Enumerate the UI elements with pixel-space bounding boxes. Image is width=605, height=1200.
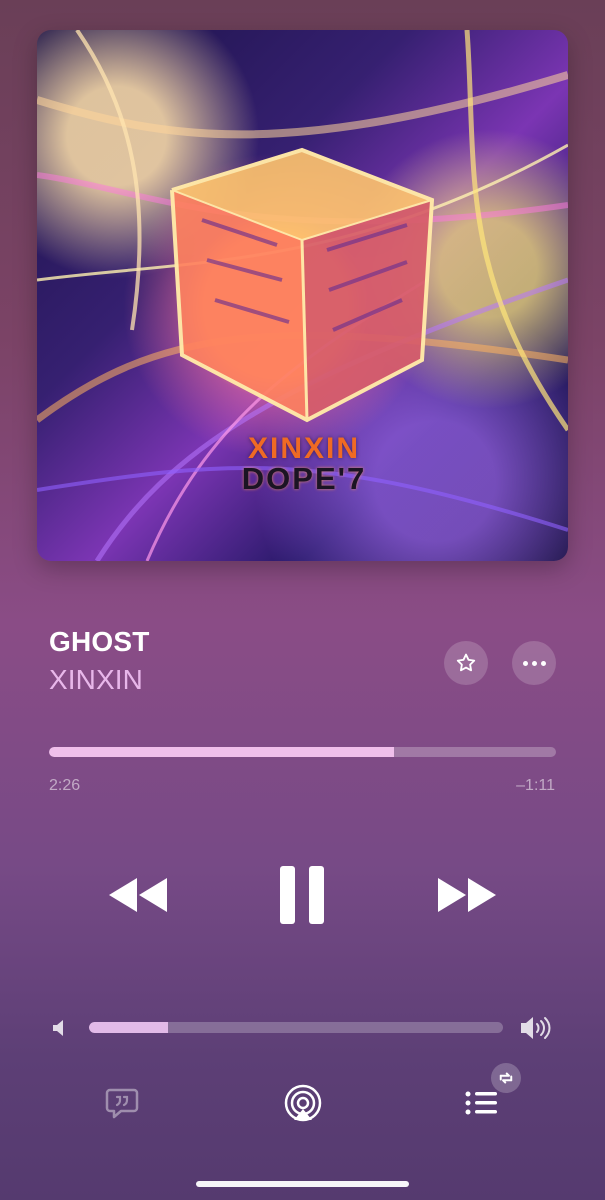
fast-forward-icon (438, 878, 496, 912)
repeat-icon (499, 1072, 513, 1084)
volume-fill (89, 1022, 168, 1033)
album-logo-bottom: DOPE'7 (241, 460, 367, 496)
track-artist[interactable]: XINXIN (49, 664, 143, 696)
album-artwork: XINXIN DOPE'7 (37, 30, 568, 561)
more-icon (522, 660, 546, 666)
star-icon (456, 653, 476, 672)
queue-icon (465, 1091, 497, 1115)
volume-max-icon (519, 1013, 553, 1043)
elapsed-time: 2:26 (49, 777, 81, 794)
rewind-icon (109, 878, 167, 912)
album-logo: XINXIN DOPE'7 (209, 432, 399, 496)
volume-slider[interactable] (89, 1022, 503, 1033)
pause-icon (280, 866, 324, 924)
repeat-badge[interactable] (491, 1063, 521, 1093)
home-indicator (196, 1181, 409, 1187)
more-button[interactable] (512, 641, 556, 685)
lyrics-icon (105, 1088, 139, 1119)
airplay-button[interactable] (282, 1082, 324, 1124)
lyrics-button[interactable] (101, 1082, 143, 1124)
rewind-button[interactable] (107, 863, 171, 927)
volume-min-icon (52, 1018, 70, 1038)
album-logo-top: XINXIN (247, 432, 361, 465)
favorite-button[interactable] (444, 641, 488, 685)
progress-scrubber[interactable] (49, 747, 556, 757)
remaining-time: –1:11 (516, 777, 555, 794)
pause-button[interactable] (274, 863, 330, 927)
fast-forward-button[interactable] (434, 863, 500, 927)
progress-fill (49, 747, 394, 757)
track-title: GHOST (49, 626, 150, 657)
airplay-icon (284, 1084, 322, 1122)
